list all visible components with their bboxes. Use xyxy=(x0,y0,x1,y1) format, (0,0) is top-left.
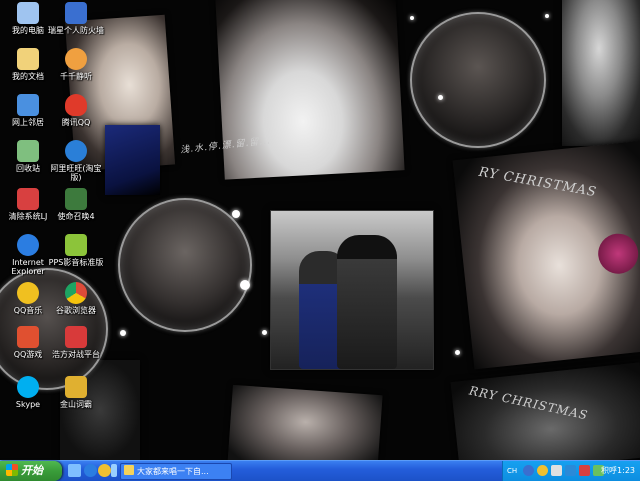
network-icon xyxy=(17,94,39,116)
wallpaper-sparkle xyxy=(455,350,460,355)
wallpaper-sparkle xyxy=(545,14,549,18)
desktop-icon-label: 金山词霸 xyxy=(60,400,92,409)
taskbar-window-button[interactable]: 大家都来唱一下自... xyxy=(120,463,232,480)
start-button-label: 开始 xyxy=(21,464,43,477)
desktop-icon-ruixing-firewall[interactable]: 瑞星个人防火墙 xyxy=(48,2,104,46)
aliwangwang-icon xyxy=(65,140,87,162)
skype-icon xyxy=(17,376,39,398)
penguin-icon xyxy=(65,94,87,116)
system-tray: CH 积呼1:23 xyxy=(502,461,640,481)
wallpaper-photo-top-right xyxy=(562,0,640,146)
wallpaper-photo-couple xyxy=(270,210,434,370)
desktop-icon-label: 使命召唤4 xyxy=(57,212,95,221)
dictionary-icon xyxy=(65,376,87,398)
taskbar-window-label: 大家都来唱一下自... xyxy=(137,467,209,476)
clock[interactable]: 积呼1:23 xyxy=(601,461,635,481)
desktop-icon-label: 浩方对战平台 xyxy=(52,350,100,359)
qq-tray-icon[interactable] xyxy=(537,465,548,476)
desktop-icon-tencent-qq[interactable]: 腾讯QQ xyxy=(48,94,104,138)
start-button[interactable]: 开始 xyxy=(0,461,62,481)
window-icon xyxy=(124,465,134,475)
folder-icon xyxy=(17,48,39,70)
wallpaper-orb-middle xyxy=(118,198,252,332)
wallpaper-sparkle xyxy=(240,280,250,290)
desktop-icon-label: 阿里旺旺(淘宝版) xyxy=(50,164,102,182)
desktop-icon-haofang-platform[interactable]: 浩方对战平台 xyxy=(48,326,104,370)
wallpaper-orb-top xyxy=(410,12,546,148)
ie-quick-icon[interactable] xyxy=(84,464,97,477)
game-icon xyxy=(65,188,87,210)
input-method-icon[interactable]: CH xyxy=(507,461,517,481)
wallpaper-photo-blue-shoulder xyxy=(105,125,160,195)
music-player-icon xyxy=(65,48,87,70)
desktop-icon-kingsoft-ciba[interactable]: 金山词霸 xyxy=(48,376,104,420)
qq-quick-icon[interactable] xyxy=(98,464,111,477)
desktop-icon-mingzhu-4[interactable]: 使命召唤4 xyxy=(48,188,104,232)
wallpaper-sparkle xyxy=(410,16,414,20)
desktop-icon-label: 千千静听 xyxy=(60,72,92,81)
antivirus-tray-icon[interactable] xyxy=(565,465,576,476)
shield-icon xyxy=(65,2,87,24)
show-desktop-icon[interactable] xyxy=(68,464,81,477)
network-tray-icon[interactable] xyxy=(579,465,590,476)
desktop: 浅.水.停.漂.留.留... RY CHRISTMAS RRY CHRISTMA… xyxy=(0,0,640,460)
pps-icon xyxy=(65,234,87,256)
ie-icon xyxy=(17,234,39,256)
media-quick-icon[interactable] xyxy=(111,464,117,477)
speaker-icon[interactable] xyxy=(551,465,562,476)
desktop-icon-ttplayer[interactable]: 千千静听 xyxy=(48,48,104,92)
wallpaper-photo-hello-kitty xyxy=(215,0,405,180)
desktop-icon-label: 腾讯QQ xyxy=(61,118,91,127)
chrome-icon xyxy=(65,282,87,304)
windows-logo-icon xyxy=(6,464,18,476)
haofang-icon xyxy=(65,326,87,348)
desktop-icon-label: 瑞星个人防火墙 xyxy=(48,26,104,35)
wallpaper-photo-bottom-center xyxy=(227,384,383,460)
qq-game-icon xyxy=(17,326,39,348)
desktop-icon-label: 谷歌浏览器 xyxy=(56,306,96,315)
desktop-icon-label: PPS影音标准版 xyxy=(48,258,104,267)
cleaner-icon xyxy=(17,188,39,210)
computer-icon xyxy=(17,2,39,24)
wallpaper-sparkle xyxy=(262,330,267,335)
wallpaper-sparkle xyxy=(438,95,443,100)
music-icon xyxy=(17,282,39,304)
desktop-icon-aliwangwang[interactable]: 阿里旺旺(淘宝版) xyxy=(48,140,104,184)
desktop-icon-google-chrome[interactable]: 谷歌浏览器 xyxy=(48,282,104,326)
taskbar: 开始 大家都来唱一下自... CH 积呼1:23 xyxy=(0,460,640,481)
wallpaper-sparkle xyxy=(120,330,126,336)
wallpaper-sparkle xyxy=(232,210,240,218)
help-icon[interactable] xyxy=(523,465,534,476)
desktop-icon-pps-player[interactable]: PPS影音标准版 xyxy=(48,234,104,278)
recycle-bin-icon xyxy=(17,140,39,162)
